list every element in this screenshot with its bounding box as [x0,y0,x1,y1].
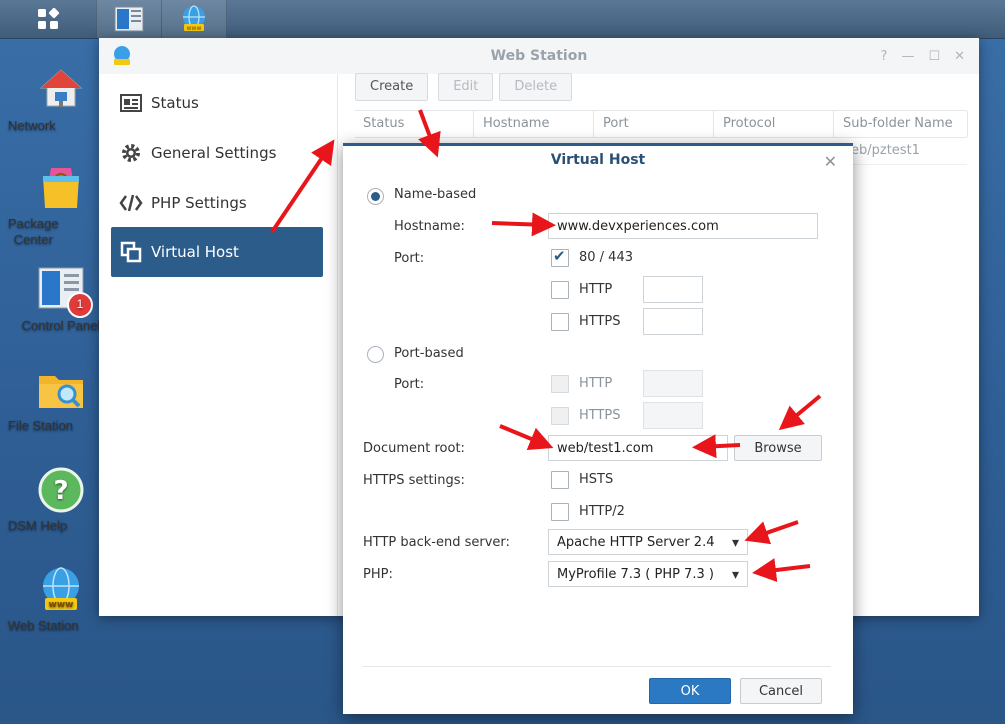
network-icon [39,69,83,107]
close-icon[interactable]: ✕ [954,49,965,64]
port-based-http-label: HTTP [579,376,613,391]
dialog-separator [363,666,831,667]
port-based-http-checkbox[interactable] [551,375,569,393]
file-station-icon [39,376,83,408]
svg-text:www: www [187,25,202,32]
desktop-icon-label: DSM Help [8,518,68,533]
web-station-icon: www [43,567,79,610]
delete-button[interactable]: Delete [499,73,573,101]
maximize-icon[interactable]: ☐ [928,49,940,64]
window-logo [111,45,133,71]
column-header-protocol[interactable]: Protocol [715,111,834,137]
ok-button[interactable]: OK [649,678,731,704]
notification-badge: 1 [67,292,93,318]
port-based-https-input[interactable] [643,402,703,429]
virtual-host-icon [119,240,143,264]
edit-button[interactable]: Edit [438,73,494,101]
gear-icon [119,141,143,165]
hsts-checkbox[interactable] [551,471,569,489]
port-based-https-checkbox[interactable] [551,407,569,425]
sidebar-item-label: General Settings [151,144,277,162]
port-label: Port: [394,251,425,266]
sidebar-item-virtual-host[interactable]: Virtual Host [111,227,323,277]
hsts-label: HSTS [579,472,614,487]
http2-label: HTTP/2 [579,504,625,519]
dialog-title: Virtual Host [550,152,646,168]
taskbar: www [0,0,1005,39]
toolbar: Create Edit Delete [355,73,573,101]
help-icon[interactable]: ? [881,49,888,64]
table-cell-subfolder: eb/pztest1 [851,143,920,158]
document-root-label: Document root: [363,441,465,456]
taskbar-web-station[interactable]: www [162,0,227,38]
port-based-label: Port-based [394,346,464,361]
minimize-icon[interactable]: — [901,49,914,64]
https-port-label: HTTPS [579,314,621,329]
browse-button[interactable]: Browse [734,435,822,461]
port-80-443-checkbox[interactable] [551,247,569,267]
port-80-443-label: 80 / 443 [579,250,633,265]
column-header-subfolder[interactable]: Sub-folder Name [835,111,968,137]
https-port-input[interactable] [643,308,703,335]
svg-text:www: www [49,600,74,610]
column-header-port[interactable]: Port [595,111,714,137]
backend-server-label: HTTP back-end server: [363,535,510,550]
desktop-icon-label: Web Station [8,618,79,633]
port-based-radio[interactable] [367,346,384,363]
sidebar-item-php-settings[interactable]: PHP Settings [111,178,323,228]
port-based-https-label: HTTPS [579,408,621,423]
column-header-hostname[interactable]: Hostname [475,111,594,137]
port-label-2: Port: [394,377,425,392]
http-port-input[interactable] [643,276,703,303]
https-settings-label: HTTPS settings: [363,473,465,488]
web-station-icon [114,46,130,65]
php-label: PHP: [363,567,393,582]
backend-server-value: Apache HTTP Server 2.4 [557,535,715,550]
name-based-radio[interactable] [367,188,384,205]
web-station-icon: www [183,5,205,32]
virtual-host-dialog: Virtual Host ✕ Name-based Hostname: www.… [343,143,853,714]
window-title-bar[interactable]: Web Station [99,38,979,74]
create-button[interactable]: Create [355,73,429,101]
main-menu-button[interactable] [18,0,78,38]
sidebar-item-label: PHP Settings [151,194,247,212]
php-profile-value: MyProfile 7.3 ( PHP 7.3 ) [557,567,714,582]
desktop-icon-label: File Station [8,418,74,433]
http-port-checkbox[interactable] [551,281,569,299]
https-port-checkbox[interactable] [551,313,569,331]
dsm-help-icon: ? [38,467,84,513]
cancel-button[interactable]: Cancel [740,678,822,704]
desktop-icon-label: Network [8,118,56,133]
http2-checkbox[interactable] [551,503,569,521]
status-icon [119,91,143,115]
code-icon [119,191,143,215]
column-header-status[interactable]: Status [355,111,474,137]
hostname-label: Hostname: [394,219,465,234]
document-root-input[interactable]: web/test1.com [548,435,728,461]
sidebar: Status General Settings PHP Settings Vir… [99,74,338,616]
name-based-label: Name-based [394,187,477,202]
sidebar-item-status[interactable]: Status [111,78,323,128]
main-menu-icon [38,7,60,29]
desktop-icon-label: Package Center [8,216,59,247]
php-profile-select[interactable]: MyProfile 7.3 ( PHP 7.3 ) [548,561,748,588]
port-based-http-input[interactable] [643,370,703,397]
http-port-label: HTTP [579,282,613,297]
sidebar-item-label: Virtual Host [151,243,239,261]
svg-text:?: ? [53,476,68,506]
sidebar-item-label: Status [151,94,199,112]
control-panel-icon [114,6,144,32]
hostname-input[interactable]: www.devxperiences.com [548,213,818,239]
window-controls: ? — ☐ ✕ [881,38,965,74]
taskbar-control-panel[interactable] [96,0,162,38]
backend-server-select[interactable]: Apache HTTP Server 2.4 [548,529,748,556]
window-title: Web Station [490,48,588,64]
close-icon[interactable]: ✕ [824,152,837,171]
package-center-icon [43,168,79,208]
table-header: Status Hostname Port Protocol Sub-folder… [355,110,968,138]
sidebar-item-general-settings[interactable]: General Settings [111,128,323,178]
